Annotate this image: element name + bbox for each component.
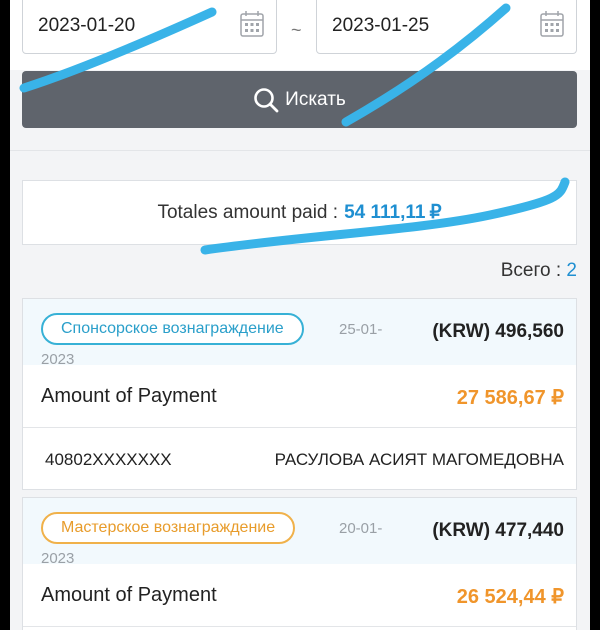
payment-amount-row: Amount of Payment 26 524,44 ₽ — [23, 564, 576, 627]
date-from-value: 2023-01-20 — [38, 15, 136, 36]
payment-date: 25-01- — [339, 321, 383, 338]
payment-amount-label: Amount of Payment — [41, 385, 217, 407]
payment-account-row: 40802XXXXXXX РАСУЛОВА АСИЯТ МАГОМЕДОВНА — [23, 428, 576, 488]
search-button[interactable]: Искать — [22, 71, 577, 128]
payment-card[interactable]: Спонсорское вознаграждение 25-01- (KRW) … — [22, 298, 577, 490]
result-count-label: Всего : — [500, 260, 562, 281]
payment-krw-amount: (KRW) 477,440 — [432, 520, 564, 541]
payment-amount: 26 524,44 ₽ — [456, 586, 564, 608]
date-to-field[interactable]: 2023-01-25 — [316, 0, 577, 54]
payment-card[interactable]: Мастерское вознаграждение 20-01- (KRW) 4… — [22, 497, 577, 630]
payment-amount: 27 586,67 ₽ — [456, 387, 564, 409]
result-count: Всего : 2 — [501, 260, 577, 282]
search-icon — [254, 87, 279, 112]
search-button-label: Искать — [285, 88, 346, 110]
payment-amount-row: Amount of Payment 27 586,67 ₽ — [23, 365, 576, 428]
date-from-field[interactable]: 2023-01-20 — [22, 0, 277, 54]
payment-type-badge: Спонсорское вознаграждение — [41, 313, 304, 345]
payment-krw-amount: (KRW) 496,560 — [432, 321, 564, 342]
screen: 2023-01-20 ~ 2023-01-25 Искать Totales a… — [10, 0, 590, 630]
total-currency: ₽ — [429, 202, 442, 223]
result-count-value: 2 — [566, 260, 577, 281]
divider — [10, 150, 590, 151]
total-amount: 54 111,11 — [344, 201, 426, 223]
payment-type-badge: Мастерское вознаграждение — [41, 512, 296, 544]
payment-card-header: Мастерское вознаграждение 20-01- (KRW) 4… — [23, 498, 576, 567]
date-to-value: 2023-01-25 — [332, 15, 430, 36]
calendar-icon[interactable] — [540, 11, 564, 37]
total-label: Totales amount paid : — [157, 201, 339, 223]
payment-card-header: Спонсорское вознаграждение 25-01- (KRW) … — [23, 299, 576, 368]
date-filter-row: 2023-01-20 ~ 2023-01-25 — [10, 0, 590, 70]
total-summary: Totales amount paid : 54 111,11 ₽ — [22, 180, 577, 245]
date-range-separator: ~ — [291, 20, 302, 40]
calendar-icon[interactable] — [240, 11, 264, 37]
account-number: 40802XXXXXXX — [45, 450, 172, 469]
recipient-name: РАСУЛОВА АСИЯТ МАГОМЕДОВНА — [274, 450, 564, 469]
payment-date: 20-01- — [339, 520, 383, 537]
payment-amount-label: Amount of Payment — [41, 584, 217, 606]
